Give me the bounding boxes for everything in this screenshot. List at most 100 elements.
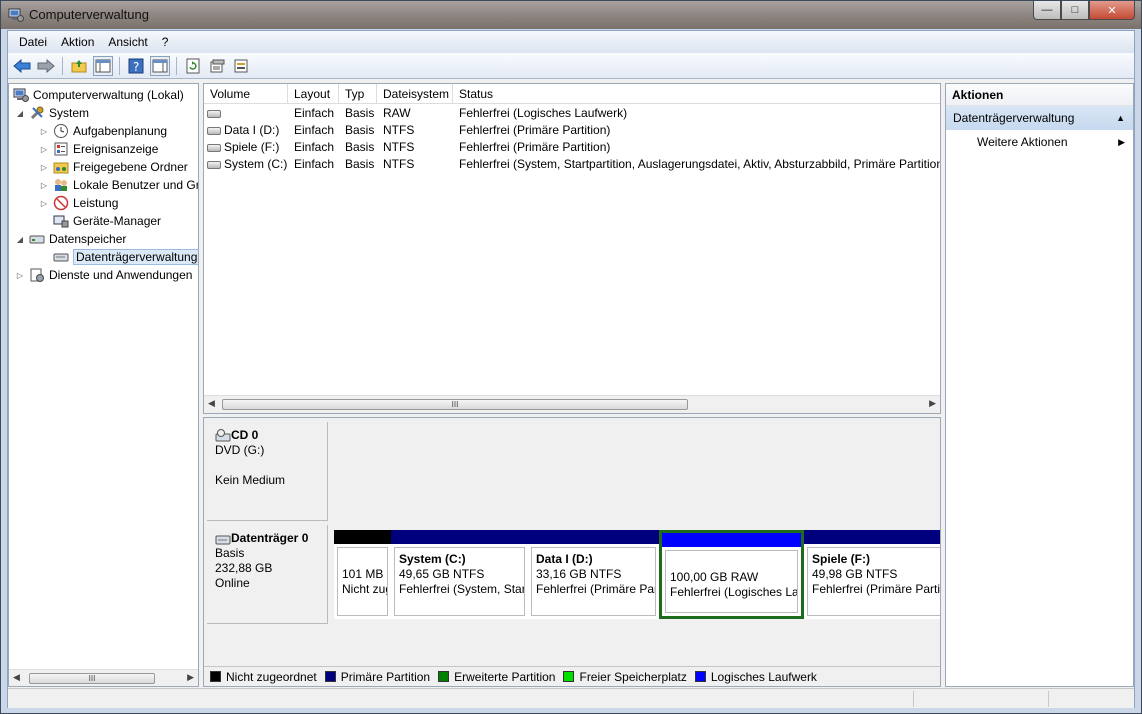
help-button[interactable]: ? (126, 56, 146, 76)
column-header-volume[interactable]: Volume (204, 84, 288, 104)
properties-button[interactable] (207, 56, 227, 76)
back-icon (13, 58, 31, 73)
partition-box: 101 MB Nicht zugeordnet (337, 547, 388, 616)
volume-cell: System (C:) (207, 156, 287, 173)
tree-label: Freigegebene Ordner (73, 160, 188, 174)
partition-name: Spiele (F:) (812, 552, 871, 566)
legend-item: Freier Speicherplatz (563, 670, 687, 684)
tree-item-aufgabenplanung[interactable]: ▷ Aufgabenplanung (39, 122, 167, 140)
tree-horizontal-scrollbar[interactable]: ◀ III ▶ (9, 669, 198, 686)
maximize-button[interactable]: □ (1061, 1, 1089, 20)
tree-item-datenspeicher[interactable]: ◢ Datenspeicher (15, 230, 126, 248)
legend-label: Primäre Partition (340, 669, 431, 684)
disk-size: 232,88 GB (215, 561, 273, 575)
column-header-dateisystem[interactable]: Dateisystem (377, 84, 453, 104)
disk-label-cd0[interactable]: CD 0 DVD (G:) Kein Medium (207, 422, 328, 521)
volume-list-horizontal-scrollbar[interactable]: ◀ III ▶ (204, 395, 940, 413)
status-bar (8, 688, 1134, 708)
collapsed-arrow-icon[interactable]: ▷ (39, 145, 49, 154)
actions-section-datentraegerverwaltung[interactable]: Datenträgerverwaltung ▲ (946, 106, 1133, 130)
submenu-arrow-icon: ▶ (1118, 137, 1125, 147)
window-title: Computerverwaltung (29, 7, 149, 22)
partition-spiele-f[interactable]: Spiele (F:) 49,98 GB NTFS Fehlerfrei (Pr… (804, 530, 940, 619)
forward-button[interactable] (36, 56, 56, 76)
volume-name: Data I (D:) (224, 123, 280, 137)
scroll-right-icon[interactable]: ▶ (929, 398, 936, 409)
tree-item-leistung[interactable]: ▷ Leistung (39, 194, 118, 212)
show-hide-action-pane-icon (152, 59, 168, 72)
drive-icon (207, 109, 221, 118)
refresh-button[interactable] (183, 56, 203, 76)
collapsed-arrow-icon[interactable]: ▷ (15, 271, 25, 280)
expanded-arrow-icon[interactable]: ◢ (15, 235, 25, 244)
column-header-status[interactable]: Status (453, 84, 940, 104)
tree-item-freigegebene-ordner[interactable]: ▷ Freigegebene Ordner (39, 158, 188, 176)
cd-media-area[interactable] (329, 422, 937, 521)
tree-item-system[interactable]: ◢ System (15, 104, 89, 122)
minimize-icon: — (1041, 4, 1053, 16)
minimize-button[interactable]: — (1033, 1, 1061, 20)
column-header-layout[interactable]: Layout (288, 84, 339, 104)
volume-list: Volume Layout Typ Dateisystem Status Ein… (203, 83, 941, 414)
collapsed-arrow-icon[interactable]: ▷ (39, 199, 49, 208)
partition-data-d[interactable]: Data I (D:) 33,16 GB NTFS Fehlerfrei (Pr… (528, 530, 659, 619)
collapsed-arrow-icon[interactable]: ▷ (39, 127, 49, 136)
up-folder-button[interactable] (69, 56, 89, 76)
menu-aktion[interactable]: Aktion (54, 35, 101, 49)
tree-item-lokale-benutzer[interactable]: ▷ Lokale Benutzer und Gruppen (39, 176, 198, 194)
legend-item: Logisches Laufwerk (694, 670, 817, 684)
weitere-aktionen-item[interactable]: Weitere Aktionen ▶ (946, 130, 1133, 154)
shared-folder-icon (53, 162, 69, 174)
menu-datei[interactable]: Datei (12, 35, 54, 49)
menu-bar: Datei Aktion Ansicht ? (8, 31, 1134, 53)
table-row[interactable]: Spiele (F:) Einfach Basis NTFS Fehlerfre… (204, 139, 940, 156)
computer-management-icon (13, 88, 29, 102)
scroll-right-icon[interactable]: ▶ (187, 672, 194, 683)
expanded-arrow-icon[interactable]: ◢ (15, 109, 25, 118)
tree-item-geraete-manager[interactable]: Geräte-Manager (53, 212, 161, 230)
table-row[interactable]: Einfach Basis RAW Fehlerfrei (Logisches … (204, 105, 940, 122)
toolbar-separator (176, 56, 177, 75)
status-divider (913, 691, 914, 707)
collapse-up-icon[interactable]: ▲ (1116, 106, 1125, 130)
tree-label: Ereignisanzeige (73, 142, 159, 156)
menu-ansicht[interactable]: Ansicht (101, 35, 154, 49)
partition-system-c[interactable]: System (C:) 49,65 GB NTFS Fehlerfrei (Sy… (391, 530, 528, 619)
main-window: Computerverwaltung — □ ✕ Datei Aktion An… (0, 0, 1142, 714)
menu-help[interactable]: ? (155, 35, 176, 49)
legend-label: Erweiterte Partition (454, 669, 556, 684)
partition-raw-logical[interactable]: 100,00 GB RAW Fehlerfrei (Logisches Lauf… (659, 530, 804, 619)
status-cell: Fehlerfrei (Logisches Laufwerk) (459, 106, 628, 120)
table-row[interactable]: Data I (D:) Einfach Basis NTFS Fehlerfre… (204, 122, 940, 139)
device-manager-icon (53, 215, 69, 228)
partition-color-bar (804, 530, 940, 544)
volume-cell (207, 105, 224, 122)
scroll-left-icon[interactable]: ◀ (208, 398, 215, 409)
show-hide-tree-button[interactable] (93, 55, 113, 76)
partition-name: Data I (D:) (536, 552, 593, 566)
tree-item-dienste[interactable]: ▷ Dienste und Anwendungen (15, 266, 192, 284)
scroll-left-icon[interactable]: ◀ (13, 672, 20, 683)
action-label: Weitere Aktionen (977, 135, 1068, 149)
title-bar[interactable]: Computerverwaltung — □ ✕ (1, 1, 1141, 29)
show-hide-action-pane-button[interactable] (150, 55, 170, 76)
partition-unallocated[interactable]: 101 MB Nicht zugeordnet (334, 530, 391, 619)
tree-item-ereignisanzeige[interactable]: ▷ Ereignisanzeige (39, 140, 158, 158)
table-row[interactable]: System (C:) Einfach Basis NTFS Fehlerfre… (204, 156, 940, 173)
close-button[interactable]: ✕ (1089, 1, 1135, 20)
back-button[interactable] (12, 56, 32, 76)
collapsed-arrow-icon[interactable]: ▷ (39, 181, 49, 190)
scroll-thumb[interactable]: III (222, 399, 688, 410)
collapsed-arrow-icon[interactable]: ▷ (39, 163, 49, 172)
export-button[interactable] (231, 56, 251, 76)
column-header-typ[interactable]: Typ (339, 84, 377, 104)
partition-status: Nicht zugeordnet (342, 582, 387, 596)
restore-icon: □ (1071, 4, 1079, 16)
tree-item-datentraegerverwaltung[interactable]: Datenträgerverwaltung (53, 248, 198, 266)
disk-label-disk0[interactable]: Datenträger 0 Basis 232,88 GB Online (207, 525, 328, 624)
scroll-thumb[interactable]: III (29, 673, 155, 684)
hard-disk-icon (215, 535, 231, 545)
partition-box: Data I (D:) 33,16 GB NTFS Fehlerfrei (Pr… (531, 547, 656, 616)
event-viewer-icon (54, 142, 68, 156)
tree-item-root[interactable]: Computerverwaltung (Lokal) (13, 86, 184, 104)
